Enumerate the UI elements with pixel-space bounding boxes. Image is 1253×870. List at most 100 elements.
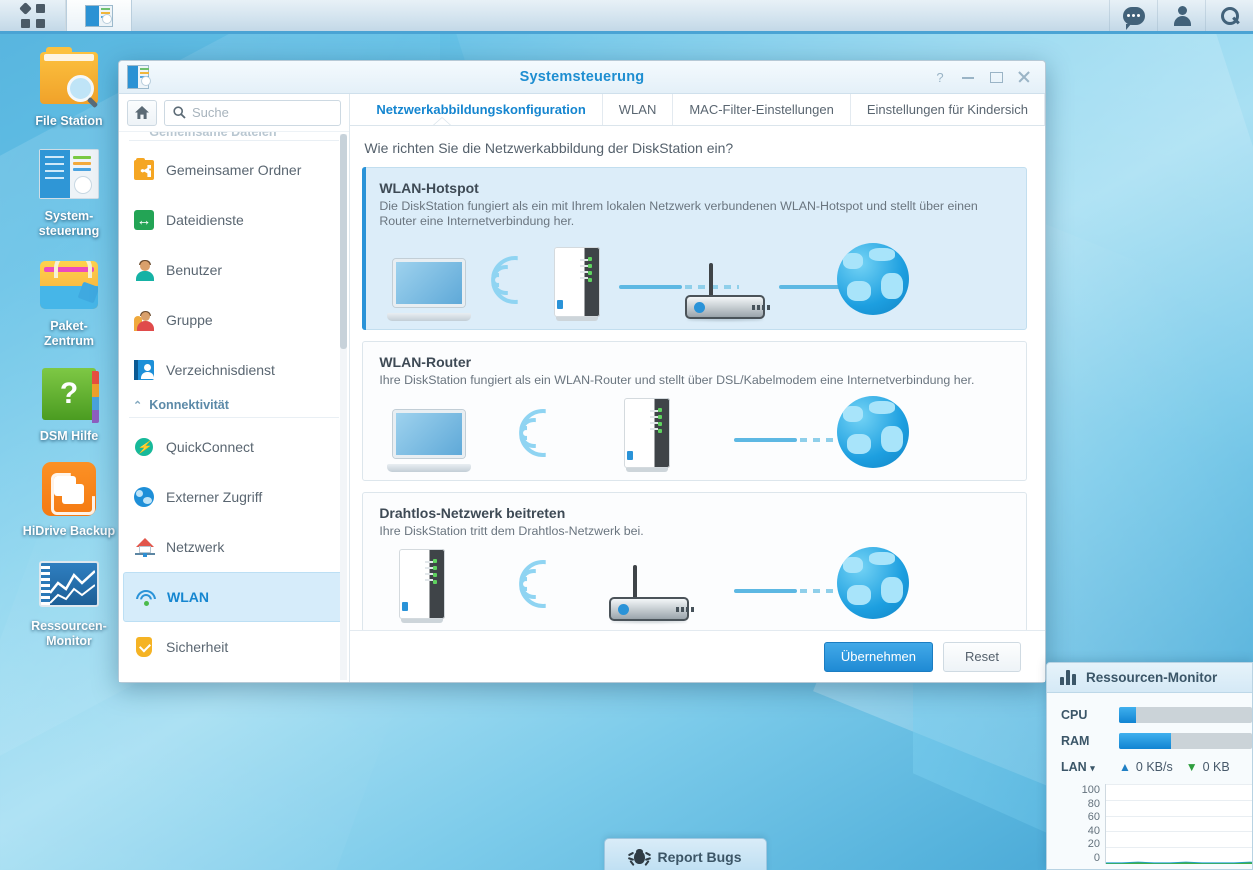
window-controls: ? xyxy=(933,70,1045,85)
group-icon xyxy=(133,309,155,331)
option-card-wlan-router[interactable]: WLAN-Router Ihre DiskStation fungiert al… xyxy=(362,341,1027,481)
diagram-wlan-hotspot xyxy=(379,235,1012,321)
sidebar-item-verzeichnisdienst[interactable]: Verzeichnisdienst xyxy=(119,345,349,395)
desktop-icon-paket-zentrum[interactable]: Paket- Zentrum xyxy=(16,253,122,349)
resource-monitor-title: Ressourcen-Monitor xyxy=(1086,670,1218,685)
tab-bar: Netzwerkabbildungskonfiguration WLAN MAC… xyxy=(350,94,1045,126)
sidebar-item-sicherheit[interactable]: Sicherheit xyxy=(119,622,349,672)
desktop-icon-systemsteuerung[interactable]: System- steuerung xyxy=(16,143,122,239)
divider xyxy=(129,140,340,141)
y-tick: 60 xyxy=(1087,811,1100,824)
sidebar-scrollbar-thumb[interactable] xyxy=(340,134,348,349)
search-button[interactable] xyxy=(1205,0,1253,31)
sidebar-section-label: Gemeinsame Dateien xyxy=(149,132,277,139)
tab-netzwerkabbildungskonfiguration[interactable]: Netzwerkabbildungskonfiguration xyxy=(360,94,603,125)
ram-usage-bar xyxy=(1119,733,1252,749)
maximize-icon[interactable] xyxy=(989,70,1003,84)
sidebar-item-label: Verzeichnisdienst xyxy=(166,362,275,378)
sidebar-item-quickconnect[interactable]: QuickConnect xyxy=(119,422,349,472)
wifi-icon xyxy=(134,586,156,608)
desktop-icon-file-station[interactable]: File Station xyxy=(16,47,122,129)
option-card-drahtlos-netzwerk-beitreten[interactable]: Drahtlos-Netzwerk beitreten Ihre DiskSta… xyxy=(362,492,1027,630)
notifications-icon xyxy=(1122,6,1145,30)
sidebar-item-netzwerk[interactable]: Netzwerk xyxy=(119,522,349,572)
report-bugs-label: Report Bugs xyxy=(657,849,742,865)
resource-monitor-icon xyxy=(38,553,100,615)
y-tick: 20 xyxy=(1087,838,1100,851)
report-bugs-button[interactable]: Report Bugs xyxy=(604,838,767,870)
user-account-button[interactable] xyxy=(1157,0,1205,31)
security-shield-icon xyxy=(133,636,155,658)
y-tick: 0 xyxy=(1093,851,1100,864)
hidrive-backup-icon xyxy=(38,458,100,520)
desktop-icon-label: Ressourcen- Monitor xyxy=(31,619,107,648)
desktop-icon-hidrive-backup[interactable]: HiDrive Backup xyxy=(16,458,122,539)
chart-series-group xyxy=(1106,861,1252,864)
search-input[interactable]: Suche xyxy=(164,99,342,126)
taskbar-app-systemsteuerung[interactable] xyxy=(66,0,132,31)
sidebar-item-externer-zugriff[interactable]: Externer Zugriff xyxy=(119,472,349,522)
directory-service-icon xyxy=(133,359,155,381)
option-card-wlan-hotspot[interactable]: WLAN-Hotspot Die DiskStation fungiert al… xyxy=(362,167,1027,330)
control-panel-icon xyxy=(38,143,100,205)
help-icon[interactable]: ? xyxy=(933,70,947,85)
resource-monitor-body: CPU RAM LAN ▾ ▲ 0 KB/s ▼ 0 KB 100 80 60 xyxy=(1047,693,1252,864)
diagram-wlan-router xyxy=(379,394,1012,472)
lan-label[interactable]: LAN ▾ xyxy=(1061,760,1119,774)
main-menu-button[interactable] xyxy=(0,0,66,31)
taskbar-tray xyxy=(1109,0,1253,31)
sidebar-item-wlan[interactable]: WLAN xyxy=(123,572,346,622)
laptop-icon xyxy=(387,259,472,321)
file-services-icon xyxy=(133,209,155,231)
control-panel-icon xyxy=(85,4,113,27)
apply-button[interactable]: Übernehmen xyxy=(823,641,933,672)
desktop-icon-dsm-hilfe[interactable]: ? DSM Hilfe xyxy=(16,363,122,444)
sidebar-item-label: WLAN xyxy=(167,589,209,605)
notifications-button[interactable] xyxy=(1109,0,1157,31)
sidebar-item-gemeinsamer-ordner[interactable]: Gemeinsamer Ordner xyxy=(119,145,349,195)
wifi-waves-icon xyxy=(519,555,571,617)
tab-einstellungen-kindersicherung[interactable]: Einstellungen für Kindersich xyxy=(851,94,1045,125)
arrow-down-icon: ▼ xyxy=(1185,760,1198,774)
wifi-waves-icon xyxy=(491,251,543,313)
control-panel-sidebar: Suche ⌃ Gemeinsame Dateien Gemeinsamer O… xyxy=(119,94,351,682)
router-icon xyxy=(609,565,690,623)
nas-icon xyxy=(554,247,601,321)
sidebar-scroll-area: ⌃ Gemeinsame Dateien Gemeinsamer Ordner … xyxy=(119,132,349,682)
option-description: Ihre DiskStation tritt dem Drahtlos-Netz… xyxy=(379,524,644,538)
tab-mac-filter-einstellungen[interactable]: MAC-Filter-Einstellungen xyxy=(673,94,851,125)
close-icon[interactable] xyxy=(1017,70,1031,84)
chevron-down-icon: ▾ xyxy=(1090,763,1095,773)
arrow-up-icon: ▲ xyxy=(1119,760,1131,774)
sidebar-item-label: Externer Zugriff xyxy=(166,489,263,505)
reset-button[interactable]: Reset xyxy=(943,641,1021,672)
control-panel-content: Netzwerkabbildungskonfiguration WLAN MAC… xyxy=(350,94,1045,682)
sidebar-item-dateidienste[interactable]: Dateidienste xyxy=(119,195,349,245)
sidebar-item-label: Dateidienste xyxy=(166,212,244,228)
sidebar-section-gemeinsame-dateien[interactable]: ⌃ Gemeinsame Dateien xyxy=(119,132,349,140)
tab-wlan[interactable]: WLAN xyxy=(603,94,674,125)
desktop-icon-ressourcen-monitor[interactable]: Ressourcen- Monitor xyxy=(16,553,122,649)
search-icon xyxy=(173,106,186,119)
sidebar-section-konnektivitaet[interactable]: ⌃ Konnektivität xyxy=(119,395,349,417)
nas-icon xyxy=(399,549,446,623)
sidebar-toolbar: Suche xyxy=(119,94,350,132)
desktop-icon-label: Paket- Zentrum xyxy=(44,319,94,348)
connection-line xyxy=(734,588,855,593)
package-center-icon xyxy=(38,253,100,315)
app-grid-icon xyxy=(18,1,45,28)
window-titlebar[interactable]: Systemsteuerung ? xyxy=(119,61,1045,94)
sidebar-item-label: Netzwerk xyxy=(166,539,225,555)
sidebar-item-benutzer[interactable]: Benutzer xyxy=(119,245,349,295)
home-button[interactable] xyxy=(127,99,157,126)
nas-icon xyxy=(624,398,671,472)
wifi-waves-icon xyxy=(519,404,571,466)
resource-monitor-header[interactable]: Ressourcen-Monitor xyxy=(1047,663,1252,693)
file-station-icon xyxy=(38,47,100,110)
sidebar-item-label: Gruppe xyxy=(166,312,213,328)
sidebar-item-gruppe[interactable]: Gruppe xyxy=(119,295,349,345)
search-icon xyxy=(1220,6,1240,26)
chevron-up-icon: ⌃ xyxy=(133,399,143,412)
minimize-icon[interactable] xyxy=(961,70,975,84)
sidebar-section-label: Konnektivität xyxy=(149,398,229,412)
